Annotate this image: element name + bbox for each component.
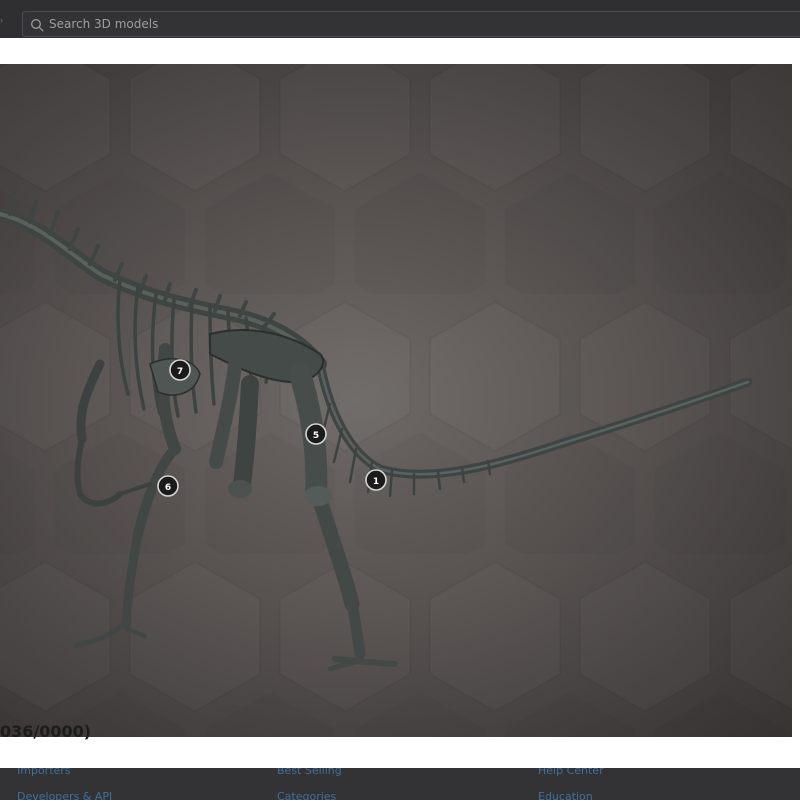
hotspot-label: 6	[165, 483, 171, 493]
model-caption: 036/0000)	[0, 722, 92, 741]
footer-link-developers-api[interactable]: Developers & API	[17, 790, 112, 800]
3d-viewer-canvas[interactable]: 7 5 6 1	[0, 64, 792, 737]
hotspot-label: 1	[373, 477, 379, 487]
hotspot-6[interactable]: 6	[157, 475, 179, 497]
search-icon	[31, 19, 44, 32]
hotspot-label: 5	[313, 431, 319, 441]
top-header: ›	[0, 0, 800, 38]
model-viewer-modal: 7 5 6 1 036/0000)	[0, 38, 800, 768]
search-input[interactable]	[49, 15, 349, 33]
footer-link-categories[interactable]: Categories	[277, 790, 336, 800]
menu-icon[interactable]: ›	[0, 17, 5, 25]
site-footer: Importers Developers & API Best Selling …	[0, 768, 800, 800]
footer-link-importers[interactable]: Importers	[17, 768, 71, 777]
hotspot-1[interactable]: 1	[365, 469, 387, 491]
dinosaur-skeleton-model: 7 5 6 1	[0, 64, 792, 737]
footer-link-help-center[interactable]: Help Center	[538, 768, 604, 777]
hotspot-label: 7	[177, 367, 183, 377]
hotspot-7[interactable]: 7	[169, 359, 191, 381]
footer-link-best-selling[interactable]: Best Selling	[277, 768, 342, 777]
footer-link-education[interactable]: Education	[538, 790, 593, 800]
search-bar[interactable]	[22, 11, 800, 37]
hotspot-5[interactable]: 5	[305, 423, 327, 445]
